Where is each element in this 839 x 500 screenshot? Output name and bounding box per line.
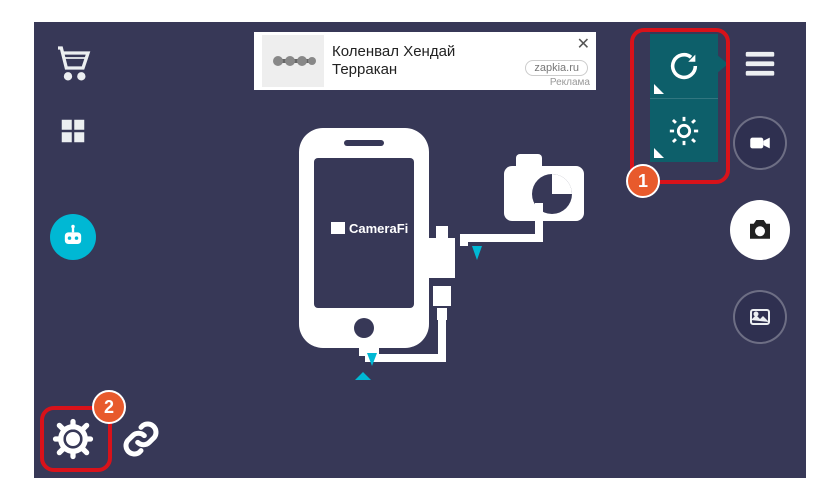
- ad-title: Коленвал Хендай Терракан: [332, 43, 525, 79]
- cart-button[interactable]: [50, 40, 96, 86]
- robot-button[interactable]: [50, 214, 96, 260]
- ad-thumbnail: [262, 35, 324, 87]
- display-options-popover: [650, 34, 718, 162]
- bottom-left-toolbar: [50, 416, 164, 462]
- gallery-button[interactable]: [733, 290, 787, 344]
- brightness-button[interactable]: [650, 98, 718, 162]
- ad-domain-chip[interactable]: zapkia.ru: [525, 60, 588, 76]
- photo-capture-button[interactable]: [730, 200, 790, 260]
- menu-button[interactable]: [737, 40, 783, 86]
- ad-title-line2: Терракан: [332, 61, 525, 79]
- ad-banner[interactable]: Коленвал Хендай Терракан zapkia.ru ✕ Рек…: [254, 32, 596, 90]
- ad-label: Реклама: [550, 77, 590, 88]
- svg-text:CameraFi: CameraFi: [349, 221, 408, 236]
- app-screen: Коленвал Хендай Терракан zapkia.ru ✕ Рек…: [34, 22, 806, 478]
- connection-illustration: CameraFi: [259, 118, 609, 388]
- right-toolbar: [730, 40, 790, 374]
- apps-grid-button[interactable]: [50, 108, 96, 154]
- link-button[interactable]: [118, 416, 164, 462]
- left-toolbar: [50, 40, 96, 260]
- rotate-button[interactable]: [650, 34, 718, 98]
- settings-button[interactable]: [50, 416, 96, 462]
- ad-title-line1: Коленвал Хендай: [332, 43, 525, 61]
- video-record-button[interactable]: [733, 116, 787, 170]
- ad-close-button[interactable]: ✕: [577, 34, 590, 54]
